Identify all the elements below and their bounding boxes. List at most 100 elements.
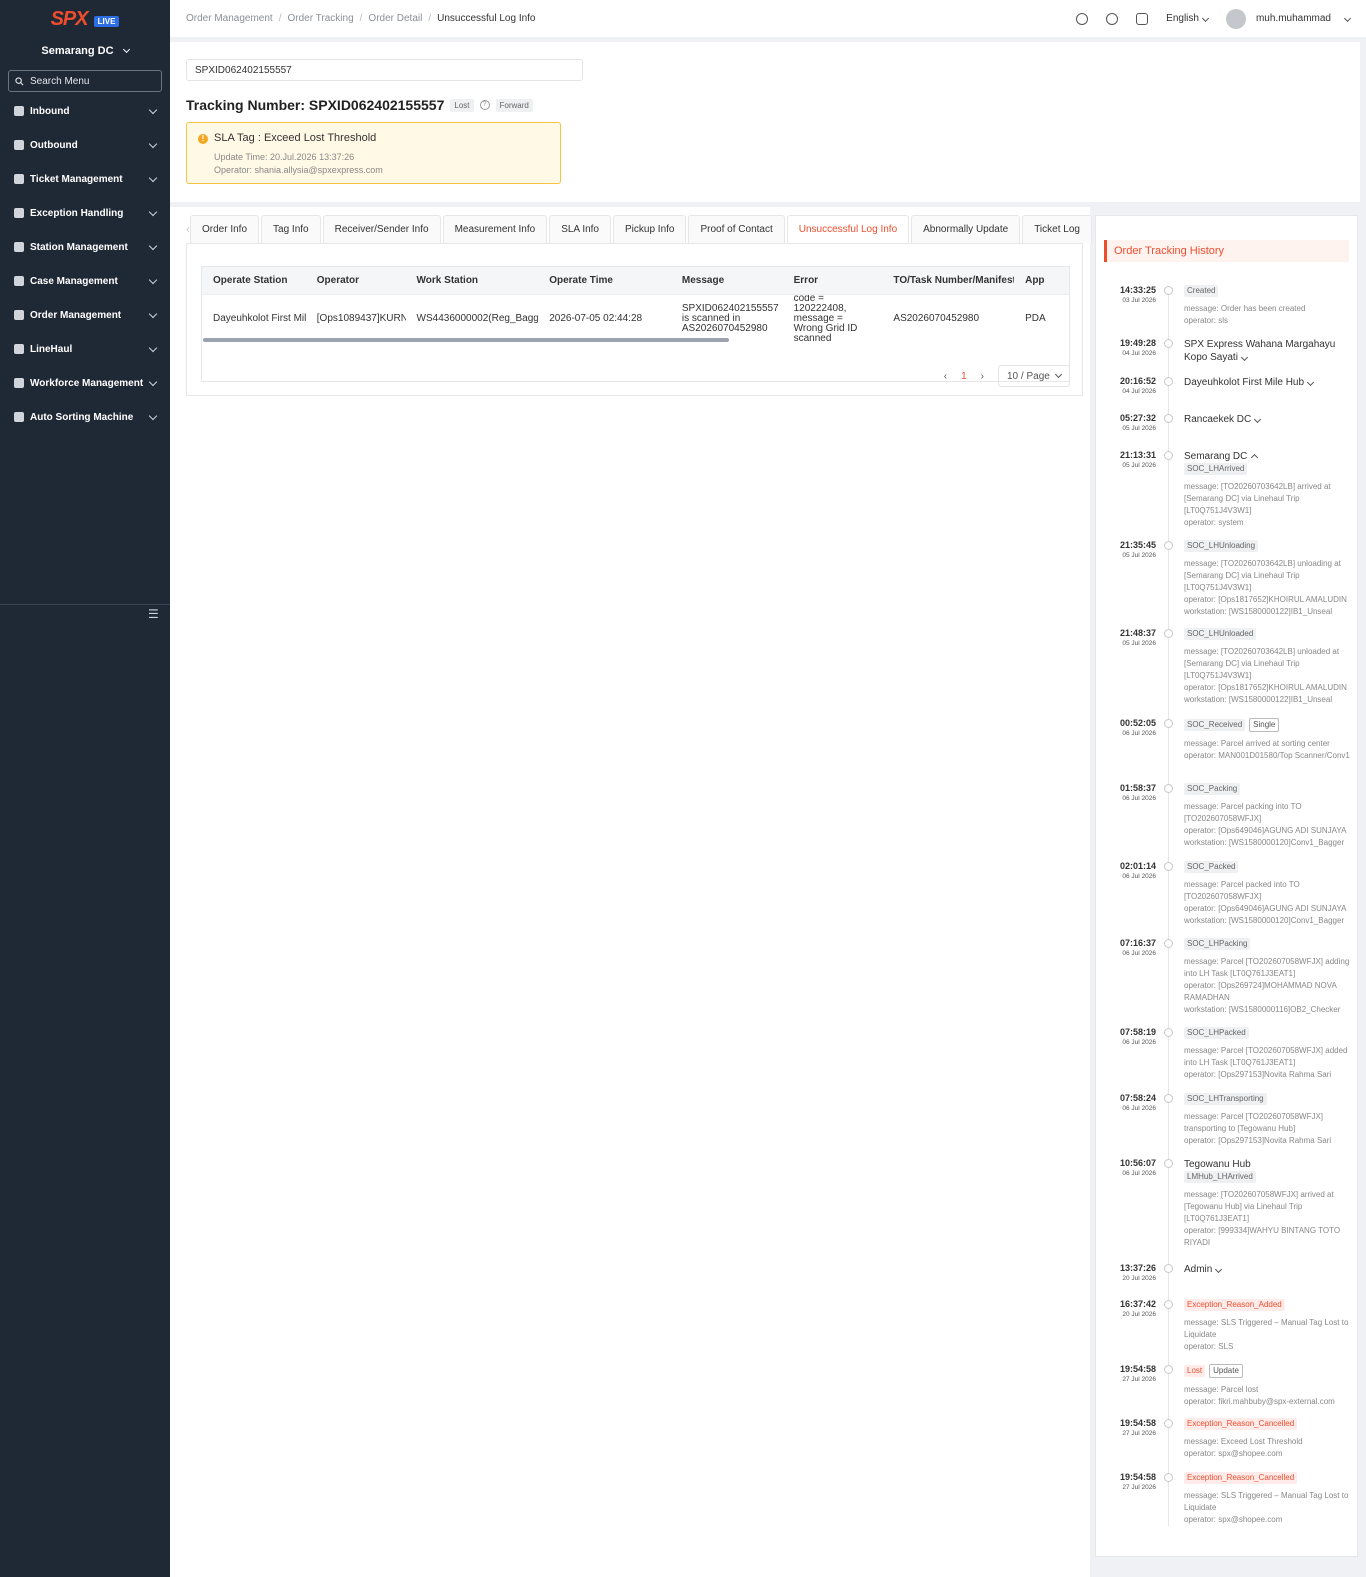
event-date: 03 Jul 2026 (1122, 297, 1156, 304)
event-detail-line: message: Parcel [TO202607058WFJX] adding… (1184, 957, 1350, 978)
table-cell: PDA (1025, 313, 1046, 324)
event-date: 05 Jul 2026 (1122, 425, 1156, 432)
event-location[interactable]: Semarang DC (1184, 450, 1352, 463)
breadcrumb-order-detail[interactable]: Order Detail (368, 13, 422, 24)
tab-receiver-sender-info[interactable]: Receiver/Sender Info (322, 215, 441, 243)
sidebar-item-case-management[interactable]: Case Management (0, 264, 170, 298)
event-detail-line: operator: SLS (1184, 1342, 1234, 1351)
event-time: 01:58:37 (1119, 783, 1156, 793)
event-tags: Created (1184, 285, 1352, 303)
event-location[interactable]: SPX Express Wahana Margahayu Kopo Sayati (1184, 338, 1352, 364)
chevron-down-icon[interactable] (1240, 353, 1248, 362)
event-body: Exception_Reason_Cancelled message: Excee… (1184, 1418, 1352, 1460)
tab-abnormally-update[interactable]: Abnormally Update (911, 215, 1021, 243)
event-status-tag: Created (1184, 285, 1219, 297)
breadcrumb-order-management[interactable]: Order Management (186, 13, 273, 24)
event-tags: SOC_LHPacked (1184, 1027, 1352, 1045)
sla-title: SLA Tag : Exceed Lost Threshold (214, 132, 377, 144)
bell-icon[interactable] (1106, 12, 1119, 25)
next-page-icon[interactable]: › (981, 371, 984, 382)
column-header: Operate Station (213, 275, 288, 286)
tab-proof-of-contact[interactable]: Proof of Contact (688, 215, 785, 243)
tab-order-info[interactable]: Order Info (190, 215, 260, 243)
tab-measurement-info[interactable]: Measurement Info (442, 215, 548, 243)
event-time: 21:13:31 (1119, 450, 1156, 460)
tab-tag-info[interactable]: Tag Info (261, 215, 321, 243)
station-selector[interactable]: Semarang DC (0, 38, 170, 64)
event-date: 27 Jul 2026 (1122, 1484, 1156, 1491)
search-icon (15, 76, 24, 85)
event-detail-line: message: Order has been created (1184, 304, 1306, 313)
sidebar-item-label: Station Management (30, 241, 128, 253)
sidebar-item-exception-handling[interactable]: Exception Handling (0, 196, 170, 230)
search-menu-input[interactable]: Search Menu (8, 70, 162, 92)
event-status-tag: Exception_Reason_Cancelled (1184, 1472, 1298, 1484)
event-detail-line: operator: [Ops297153]Novita Rahma Sari (1184, 1136, 1332, 1145)
chevron-down-icon (148, 207, 158, 216)
chevron-down-icon (148, 275, 158, 284)
info-icon[interactable] (1076, 12, 1089, 25)
event-date: 05 Jul 2026 (1122, 462, 1156, 469)
event-detail-line: message: Parcel [TO202607058WFJX] transp… (1184, 1112, 1324, 1133)
timeline-dot-icon (1164, 377, 1173, 386)
station-name: Semarang DC (41, 45, 114, 57)
event-detail-line: message: Parcel arrived at sorting cente… (1184, 739, 1330, 748)
chevron-down-icon[interactable] (1215, 1265, 1223, 1274)
event-detail-line: operator: [Ops269724]MOHAMMAD NOVA RAMAD… (1184, 981, 1337, 1002)
logo[interactable]: SPX LIVE (0, 0, 170, 38)
event-date: 20 Jul 2026 (1122, 1275, 1156, 1282)
clipboard-icon[interactable] (1136, 12, 1149, 25)
event-action-button[interactable]: Single (1249, 718, 1280, 732)
sidebar-item-label: Case Management (30, 275, 118, 287)
sidebar-item-auto-sorting-machine[interactable]: Auto Sorting Machine (0, 400, 170, 434)
tab-sla-info[interactable]: SLA Info (549, 215, 611, 243)
chevron-down-icon (148, 139, 158, 148)
event-time: 07:58:24 (1119, 1093, 1156, 1103)
avatar[interactable] (1225, 8, 1246, 29)
sidebar-item-outbound[interactable]: Outbound (0, 128, 170, 162)
event-detail-line: message: [TO20260703642LB] unloaded at [… (1184, 647, 1340, 680)
user-menu[interactable]: muh.muhammad (1256, 13, 1352, 24)
page-number[interactable]: 1 (961, 371, 967, 382)
tab-ticket-log[interactable]: Ticket Log (1022, 215, 1092, 243)
event-detail-line: operator: [Ops1817652]KHOIRUL AMALUDIN (1184, 595, 1347, 604)
sidebar-item-linehaul[interactable]: LineHaul (0, 332, 170, 366)
horizontal-scrollbar[interactable] (203, 338, 729, 342)
event-action-button[interactable]: Update (1209, 1364, 1243, 1378)
tracking-number-input[interactable]: SPXID062402155557 (186, 59, 583, 81)
collapse-menu-icon[interactable]: ☰ (148, 608, 159, 620)
event-date: 04 Jul 2026 (1122, 388, 1156, 395)
table-row: Dayeuhkolot First Mil... [Ops1089437]KURN… (202, 294, 1069, 342)
page-size-select[interactable]: 10 / Page (998, 365, 1070, 387)
event-location-label: Admin (1184, 1264, 1213, 1275)
chevron-down-icon (148, 309, 158, 318)
sidebar-item-station-management[interactable]: Station Management (0, 230, 170, 264)
chevron-down-icon[interactable] (1254, 415, 1262, 424)
tab-unsuccessful-log-info[interactable]: Unsuccessful Log Info (786, 215, 910, 243)
language-selector[interactable]: English (1166, 13, 1210, 24)
event-tags: SOC_LHPacking (1184, 938, 1352, 956)
breadcrumb-order-tracking[interactable]: Order Tracking (288, 13, 354, 24)
chevron-up-icon[interactable] (1251, 453, 1259, 462)
sidebar-item-label: Auto Sorting Machine (30, 411, 134, 423)
sidebar-item-order-management[interactable]: Order Management (0, 298, 170, 332)
help-icon[interactable]: ? (479, 100, 490, 110)
table-cell: WS4436000002(Reg_Bagger) (416, 313, 539, 324)
sidebar-item-workforce-management[interactable]: Workforce Management (0, 366, 170, 400)
event-location[interactable]: Rancaekek DC (1184, 413, 1352, 426)
event-location[interactable]: Dayeuhkolot First Mile Hub (1184, 376, 1352, 389)
tab-pickup-info[interactable]: Pickup Info (613, 215, 687, 243)
event-tags: Exception_Reason_Added (1184, 1299, 1352, 1317)
event-detail-line: message: [TO202607058WFJX] arrived at [T… (1184, 1190, 1334, 1223)
sidebar-item-ticket-management[interactable]: Ticket Management (0, 162, 170, 196)
event-detail-line: message: [TO20260703642LB] unloading at … (1184, 559, 1341, 592)
event-detail-line: operator: [Ops297153]Novita Rahma Sari (1184, 1070, 1332, 1079)
event-location[interactable]: Admin (1184, 1263, 1352, 1276)
user-icon (14, 378, 24, 388)
sidebar-item-inbound[interactable]: Inbound (0, 94, 170, 128)
event-detail-line: operator: [Ops649046]AGUNG ADI SUNJAYA (1184, 826, 1347, 835)
sidebar-item-label: Order Management (30, 309, 122, 321)
chevron-down-icon[interactable] (1307, 378, 1315, 387)
chevron-down-icon (1343, 14, 1352, 23)
prev-page-icon[interactable]: ‹ (944, 371, 947, 382)
